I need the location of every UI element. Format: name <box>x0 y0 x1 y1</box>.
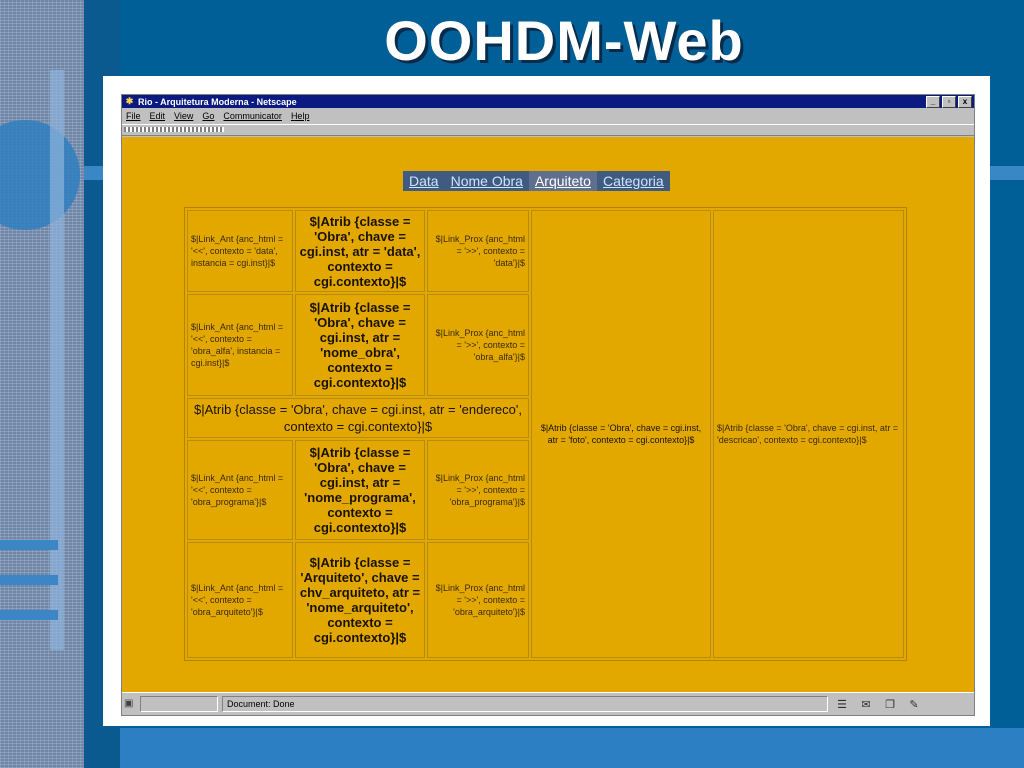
decor-stripe <box>0 540 58 550</box>
composer-icon[interactable]: ✎ <box>904 698 924 711</box>
link-ant-cell[interactable]: $|Link_Ant {anc_html = '<<', contexto = … <box>187 210 293 292</box>
menu-go[interactable]: Go <box>202 111 214 121</box>
window-title: Rio - Arquitetura Moderna - Netscape <box>138 96 297 107</box>
nav-link-categoria[interactable]: Categoria <box>597 171 670 191</box>
link-ant-cell[interactable]: $|Link_Ant {anc_html = '<<', contexto = … <box>187 542 293 658</box>
link-prox-cell[interactable]: $|Link_Prox {anc_html = '>>', contexto =… <box>427 542 529 658</box>
browser-window: ✱ Rio - Arquitetura Moderna - Netscape _… <box>121 94 975 716</box>
status-text: Document: Done <box>222 696 828 712</box>
endereco-cell: $|Atrib {classe = 'Obra', chave = cgi.in… <box>187 398 529 438</box>
foto-cell: $|Atrib {classe = 'Obra', chave = cgi.in… <box>531 210 711 658</box>
link-prox-cell[interactable]: $|Link_Prox {anc_html = '>>', contexto =… <box>427 440 529 540</box>
decor-stripe <box>0 610 58 620</box>
link-prox-cell[interactable]: $|Link_Prox {anc_html = '>>', contexto =… <box>427 294 529 396</box>
toolbar-grip-icon[interactable] <box>124 127 224 132</box>
security-lock-icon[interactable]: ▣ <box>124 698 136 710</box>
template-grid: $|Link_Ant {anc_html = '<<', contexto = … <box>184 207 907 661</box>
link-prox-cell[interactable]: $|Link_Prox {anc_html = '>>', contexto =… <box>427 210 529 292</box>
decor-bottom-band <box>120 728 1024 768</box>
link-ant-cell[interactable]: $|Link_Ant {anc_html = '<<', contexto = … <box>187 294 293 396</box>
menu-bar: File Edit View Go Communicator Help <box>122 108 974 124</box>
nav-link-data[interactable]: Data <box>403 171 445 191</box>
page-content: Data Nome Obra Arquiteto Categoria $|Lin… <box>122 137 974 692</box>
screenshot-frame: ✱ Rio - Arquitetura Moderna - Netscape _… <box>103 76 990 726</box>
atrib-cell: $|Atrib {classe = 'Arquiteto', chave = c… <box>295 542 425 658</box>
menu-communicator[interactable]: Communicator <box>223 111 282 121</box>
atrib-cell: $|Atrib {classe = 'Obra', chave = cgi.in… <box>295 294 425 396</box>
netscape-icon: ✱ <box>125 96 134 106</box>
discussion-icon[interactable]: ❐ <box>880 698 900 711</box>
context-nav: Data Nome Obra Arquiteto Categoria <box>403 171 670 191</box>
decor-stripe <box>0 575 58 585</box>
mail-icon[interactable]: ✉ <box>856 698 876 711</box>
slide-decoration-left <box>0 0 84 768</box>
nav-link-nome-obra[interactable]: Nome Obra <box>445 171 529 191</box>
decor-band <box>990 166 1024 180</box>
status-bar: ▣ Document: Done ☰ ✉ ❐ ✎ <box>122 692 974 715</box>
maximize-button[interactable]: ▫ <box>942 95 956 108</box>
atrib-cell: $|Atrib {classe = 'Obra', chave = cgi.in… <box>295 210 425 292</box>
component-bar-icon[interactable]: ☰ <box>832 698 852 711</box>
decor-bar <box>50 70 64 650</box>
close-button[interactable]: x <box>958 95 972 108</box>
descricao-cell: $|Atrib {classe = 'Obra', chave = cgi.in… <box>713 210 904 658</box>
menu-help[interactable]: Help <box>291 111 310 121</box>
link-ant-cell[interactable]: $|Link_Ant {anc_html = '<<', contexto = … <box>187 440 293 540</box>
slide-title: OOHDM-Web <box>384 9 744 72</box>
menu-view[interactable]: View <box>174 111 193 121</box>
nav-link-arquiteto[interactable]: Arquiteto <box>528 171 597 191</box>
window-titlebar: ✱ Rio - Arquitetura Moderna - Netscape _… <box>122 95 974 108</box>
menu-edit[interactable]: Edit <box>150 111 166 121</box>
decor-circle <box>0 120 80 230</box>
collapsed-toolbar[interactable] <box>122 124 974 136</box>
menu-file[interactable]: File <box>126 111 141 121</box>
atrib-cell: $|Atrib {classe = 'Obra', chave = cgi.in… <box>295 440 425 540</box>
decor-band <box>84 166 104 180</box>
progress-bar <box>140 696 218 712</box>
minimize-button[interactable]: _ <box>926 95 940 108</box>
